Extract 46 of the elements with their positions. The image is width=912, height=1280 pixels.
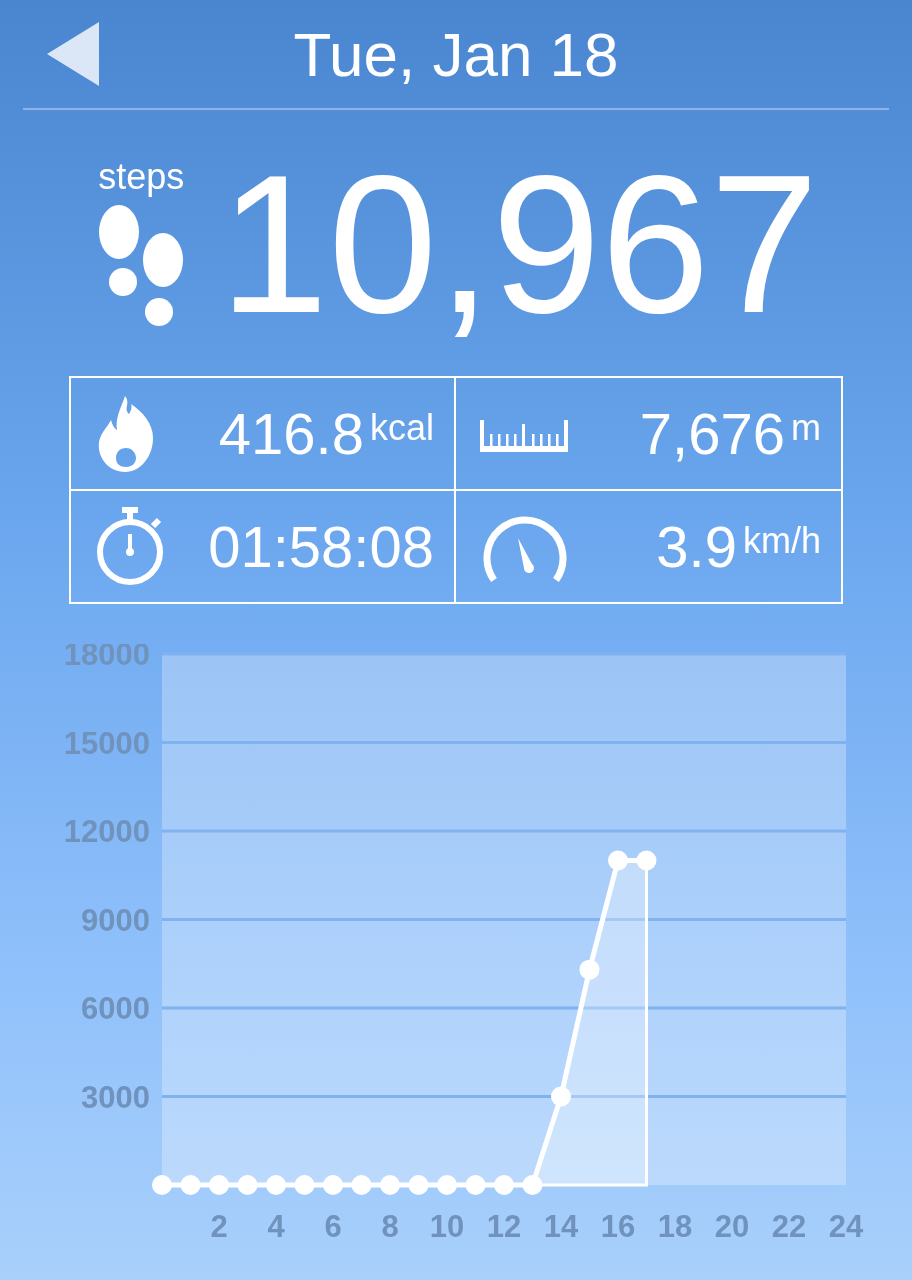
data-point <box>437 1175 457 1195</box>
data-point <box>636 850 657 871</box>
data-point <box>522 1175 543 1195</box>
data-point <box>465 1175 486 1195</box>
x-axis-label: 22 <box>771 1209 807 1244</box>
data-point <box>209 1175 229 1195</box>
data-point <box>266 1175 286 1195</box>
data-point <box>294 1175 315 1195</box>
data-point <box>551 1086 571 1107</box>
data-point <box>408 1175 429 1195</box>
stat-unit: m <box>791 407 821 449</box>
stat-value: 7,676 <box>639 400 785 467</box>
x-axis-label: 12 <box>486 1209 522 1244</box>
x-axis-label: 20 <box>714 1209 750 1244</box>
data-point <box>579 959 600 980</box>
y-axis-label: 15000 <box>63 725 150 761</box>
y-axis-label: 12000 <box>63 814 150 849</box>
stat-value: 3.9 <box>656 513 737 580</box>
y-axis-label: 3000 <box>81 1079 150 1115</box>
back-arrow-icon <box>47 22 99 86</box>
x-axis-label: 14 <box>543 1209 579 1244</box>
x-axis-label: 2 <box>210 1209 228 1244</box>
x-axis-label: 16 <box>600 1209 636 1244</box>
steps-label: steps <box>98 156 185 198</box>
data-point <box>237 1175 258 1195</box>
stat-value: 01:58:08 <box>208 513 434 580</box>
stat-unit: km/h <box>743 520 821 562</box>
x-axis-label: 10 <box>429 1209 465 1244</box>
data-point <box>608 850 628 871</box>
step-count: 10,967 <box>219 147 819 343</box>
data-point <box>351 1175 372 1195</box>
x-axis-label: 18 <box>657 1209 693 1244</box>
x-axis-label: 4 <box>267 1209 285 1244</box>
stat-unit: kcal <box>369 407 434 449</box>
y-axis-label: 9000 <box>81 902 150 938</box>
data-point <box>323 1175 343 1195</box>
data-point <box>180 1175 201 1195</box>
x-axis-label: 24 <box>828 1209 864 1244</box>
data-point <box>380 1175 400 1195</box>
x-axis-label: 6 <box>324 1209 342 1244</box>
date-title: Tue, Jan 18 <box>293 18 619 90</box>
data-point <box>152 1175 172 1195</box>
x-axis-label: 8 <box>381 1209 399 1244</box>
stat-value: 416.8 <box>218 400 364 467</box>
data-point <box>494 1175 514 1195</box>
y-axis-label: 6000 <box>81 991 150 1026</box>
